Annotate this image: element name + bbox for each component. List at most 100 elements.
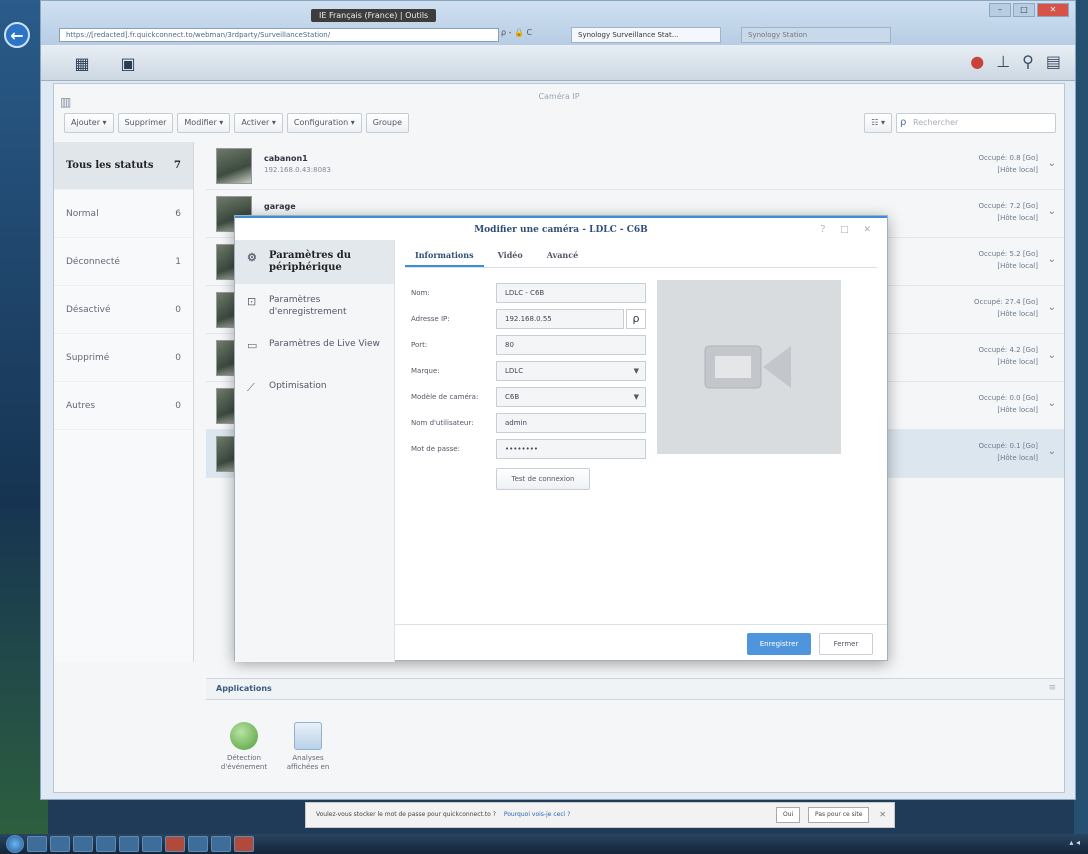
address-tools[interactable]: ρ - 🔒 C [501,28,532,37]
user-icon[interactable]: ⊥ [996,52,1010,71]
camera-toolbar: Ajouter ▾ Supprimer Modifier ▾ Activer ▾… [54,110,1064,136]
browser-titlebar: IE Français (France) | Outils https://[r… [41,1,1075,45]
camera-name: cabanon1 [264,154,308,163]
password-save-text: Voulez-vous stocker le mot de passe pour… [316,811,496,818]
model-select[interactable]: C6B ▼ [496,387,646,407]
brand-label: Marque: [411,367,440,375]
save-password-yes-button[interactable]: Oui [776,807,801,823]
widgets-icon[interactable]: ▤ [1046,52,1061,71]
name-field[interactable]: LDLC - C6B [496,283,646,303]
camera-row[interactable]: cabanon1 192.168.0.43:8083 Occupé: 0.8 [… [206,142,1064,190]
ie-language-tag: IE Français (France) | Outils [311,9,437,22]
nav-optimisation[interactable]: ⟋ Optimisation [235,370,394,402]
delete-button[interactable]: Supprimer [117,113,174,133]
system-tray[interactable]: ▴ ◂ [1069,838,1080,847]
why-link[interactable]: Pourquoi vois-je ceci ? [504,811,571,818]
taskbar-app-icon[interactable] [50,836,70,852]
group-button[interactable]: Groupe [365,113,409,133]
windows-taskbar: ▴ ◂ [0,834,1088,854]
taskbar-app-icon[interactable] [96,836,116,852]
ip-field[interactable]: 192.168.0.55 [496,309,624,329]
main-menu-icon[interactable]: ▦ [65,50,99,76]
status-filter-deleted[interactable]: Supprimé 0 [54,334,193,382]
analytics-app[interactable]: Analyses affichées en [278,722,338,772]
nav-live-view-settings[interactable]: ▭ Paramètres de Live View [235,328,394,360]
test-connection-button[interactable]: Test de connexion [496,468,590,490]
status-filter-disconnected[interactable]: Déconnecté 1 [54,238,193,286]
chevron-down-icon[interactable]: ⌄ [1048,158,1056,169]
edit-button[interactable]: Modifier ▾ [177,113,231,133]
dialog-window-controls[interactable]: ? □ ✕ [820,218,877,242]
tab-advanced[interactable]: Avancé [537,244,589,267]
minimize-button[interactable]: – [989,3,1011,17]
camera-ip: 192.168.0.43:8083 [264,166,331,174]
close-window-button[interactable]: ✕ [1037,3,1069,17]
camera-placeholder-icon [704,345,791,389]
add-button[interactable]: Ajouter ▾ [64,113,114,133]
browser-tab-inactive[interactable]: Synology Station [741,27,891,43]
camera-storage: Occupé: 0.0 [Go] [Hôte local] [978,394,1038,414]
status-filter-others[interactable]: Autres 0 [54,382,193,430]
save-password-no-button[interactable]: Pas pour ce site [808,807,870,823]
tab-video[interactable]: Vidéo [488,244,533,267]
taskbar-app-icon[interactable] [234,836,254,852]
dsm-tray: ● ⊥ ⚲ ▤ [970,52,1061,71]
dialog-tabs: Informations Vidéo Avancé [405,244,877,268]
enable-button[interactable]: Activer ▾ [234,113,283,133]
taskbar-app-icon[interactable] [142,836,162,852]
search-input[interactable]: ρ Rechercher [896,113,1056,133]
status-filter-normal[interactable]: Normal 6 [54,190,193,238]
nav-device-settings[interactable]: ⚙ Paramètres du périphérique [235,240,394,284]
browser-tab-active[interactable]: Synology Surveillance Stat... [571,27,721,43]
tab-informations[interactable]: Informations [405,244,484,267]
camera-storage: Occupé: 4.2 [Go] [Hôte local] [978,346,1038,366]
username-field[interactable]: admin [496,413,646,433]
taskbar-app-icon[interactable] [27,836,47,852]
taskbar-app-icon[interactable] [165,836,185,852]
surveillance-app-icon[interactable]: ▣ [111,50,145,76]
view-toggle-button[interactable]: ☷ ▾ [864,113,892,133]
chevron-down-icon[interactable]: ⌄ [1048,206,1056,217]
camera-thumbnail [216,148,252,184]
camera-form: Nom: LDLC - C6B Adresse IP: 192.168.0.55… [411,280,661,490]
applications-title: Applications [216,684,272,693]
collapse-icon[interactable]: ≡ [1048,683,1056,693]
camera-storage: Occupé: 7.2 [Go] [Hôte local] [978,202,1038,222]
configuration-button[interactable]: Configuration ▾ [286,113,362,133]
search-icon: ρ [632,312,640,325]
start-button-icon[interactable] [6,835,24,853]
edit-camera-dialog: Modifier une caméra - LDLC - C6B ? □ ✕ ⚙… [234,215,888,662]
brand-select[interactable]: LDLC ▼ [496,361,646,381]
desktop-background-right [1074,0,1088,834]
address-bar[interactable]: https://[redacted].fr.quickconnect.to/we… [59,28,499,42]
event-detection-app[interactable]: Détection d'événement [214,722,274,772]
chevron-down-icon[interactable]: ⌄ [1048,446,1056,457]
search-placeholder: Rechercher [913,118,959,127]
back-arrow-icon[interactable]: ← [4,22,30,48]
close-icon[interactable]: ✕ [879,803,886,827]
nav-recording-settings[interactable]: ⊡ Paramètres d'enregistrement [235,284,394,328]
password-save-bar: Voulez-vous stocker le mot de passe pour… [305,802,895,828]
status-filter-all[interactable]: Tous les statuts 7 [54,142,193,190]
taskbar-app-icon[interactable] [119,836,139,852]
taskbar-app-icon[interactable] [211,836,231,852]
taskbar-app-icon[interactable] [73,836,93,852]
app-title: Caméra IP [538,92,580,101]
chevron-down-icon[interactable]: ⌄ [1048,302,1056,313]
maximize-button[interactable]: □ [1013,3,1035,17]
camera-storage: Occupé: 0.8 [Go] [Hôte local] [978,154,1038,174]
password-field[interactable]: •••••••• [496,439,646,459]
status-filter-disabled[interactable]: Désactivé 0 [54,286,193,334]
ip-search-button[interactable]: ρ [626,309,646,329]
search-icon[interactable]: ⚲ [1022,52,1034,71]
applications-bar: Applications ≡ [206,678,1064,700]
notification-icon[interactable]: ● [970,52,984,71]
chevron-down-icon[interactable]: ⌄ [1048,398,1056,409]
dialog-footer: Enregistrer Fermer [395,624,887,660]
taskbar-app-icon[interactable] [188,836,208,852]
port-field[interactable]: 80 [496,335,646,355]
chevron-down-icon[interactable]: ⌄ [1048,254,1056,265]
chevron-down-icon[interactable]: ⌄ [1048,350,1056,361]
save-button[interactable]: Enregistrer [747,633,811,655]
close-button[interactable]: Fermer [819,633,873,655]
